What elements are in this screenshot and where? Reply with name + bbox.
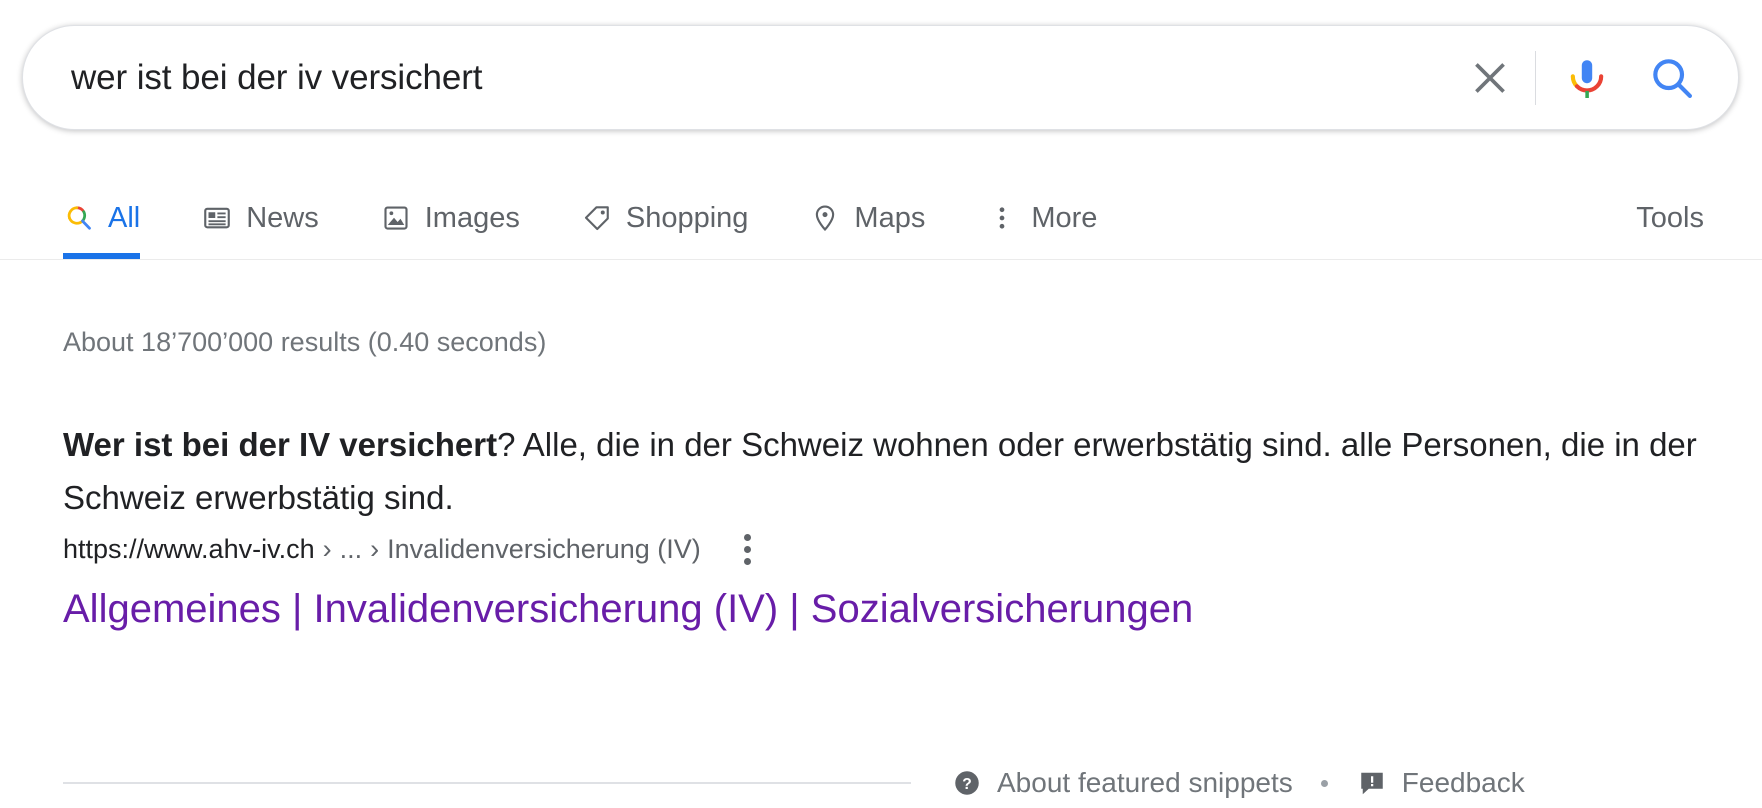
- footer-divider: [63, 782, 911, 784]
- search-multicolor-icon: [63, 202, 95, 234]
- map-pin-icon: [809, 202, 841, 234]
- search-bar-actions: [1459, 47, 1708, 109]
- breadcrumb: https://www.ahv-iv.ch › ... › Invalidenv…: [63, 527, 765, 572]
- clear-icon[interactable]: [1459, 47, 1521, 109]
- footer-bullet-separator: [1320, 779, 1328, 787]
- result-stats: About 18’700’000 results (0.40 seconds): [63, 327, 547, 357]
- kebab-dot: [744, 534, 752, 541]
- tab-more[interactable]: More: [986, 178, 1125, 258]
- about-featured-snippets-link[interactable]: ? About featured snippets: [951, 767, 1293, 799]
- tab-maps-label: Maps: [854, 201, 926, 234]
- search-input[interactable]: wer ist bei der iv versichert: [71, 57, 1459, 99]
- featured-snippet-footer: ? About featured snippets Feedback: [63, 758, 1722, 808]
- tab-all-label: All: [108, 201, 141, 234]
- breadcrumb-domain[interactable]: https://www.ahv-iv.ch: [63, 536, 315, 563]
- breadcrumb-path: Invalidenversicherung (IV): [387, 534, 701, 564]
- tab-images-label: Images: [424, 201, 520, 234]
- breadcrumb-ellipsis: ...: [339, 534, 363, 564]
- search-bar[interactable]: wer ist bei der iv versichert: [22, 25, 1739, 130]
- search-nav: All News Images Shopping Maps More Tools: [0, 178, 1762, 260]
- breadcrumb-separator-2: ›: [370, 534, 380, 564]
- tab-shopping-label: Shopping: [625, 201, 749, 234]
- tab-images[interactable]: Images: [380, 178, 548, 258]
- kebab-dot: [744, 546, 752, 553]
- breadcrumb-separator-1: ›: [322, 534, 332, 564]
- featured-snippet-bold-lead: Wer ist bei der IV versichert: [63, 426, 498, 463]
- tab-all[interactable]: All: [63, 178, 168, 259]
- tab-more-label: More: [1031, 201, 1098, 234]
- image-icon: [380, 202, 412, 234]
- tab-shopping[interactable]: Shopping: [581, 178, 777, 258]
- search-bar-container: wer ist bei der iv versichert: [22, 25, 1739, 130]
- search-bar-divider: [1535, 50, 1536, 105]
- svg-text:?: ?: [962, 776, 972, 793]
- feedback-icon: [1356, 767, 1388, 799]
- microphone-icon[interactable]: [1558, 49, 1616, 107]
- search-submit-icon[interactable]: [1642, 48, 1702, 108]
- tab-maps[interactable]: Maps: [809, 178, 953, 258]
- help-circle-icon: ?: [951, 767, 983, 799]
- kebab-dot: [744, 558, 752, 565]
- tab-news-label: News: [246, 201, 319, 234]
- search-nav-items: All News Images Shopping Maps More: [63, 178, 1125, 259]
- tab-news[interactable]: News: [201, 178, 347, 258]
- result-title-link[interactable]: Allgemeines | Invalidenversicherung (IV)…: [63, 584, 1193, 634]
- footer-actions: ? About featured snippets Feedback: [951, 767, 1525, 799]
- tag-icon: [581, 202, 613, 234]
- feedback-link[interactable]: Feedback: [1356, 767, 1525, 799]
- about-featured-snippets-label: About featured snippets: [997, 767, 1293, 798]
- more-vertical-icon: [986, 202, 1018, 234]
- about-this-result-icon[interactable]: [731, 530, 765, 570]
- feedback-label: Feedback: [1401, 767, 1525, 798]
- tools-button[interactable]: Tools: [1636, 178, 1712, 258]
- news-icon: [201, 202, 233, 234]
- featured-snippet-text: Wer ist bei der IV versichert? Alle, die…: [63, 418, 1713, 524]
